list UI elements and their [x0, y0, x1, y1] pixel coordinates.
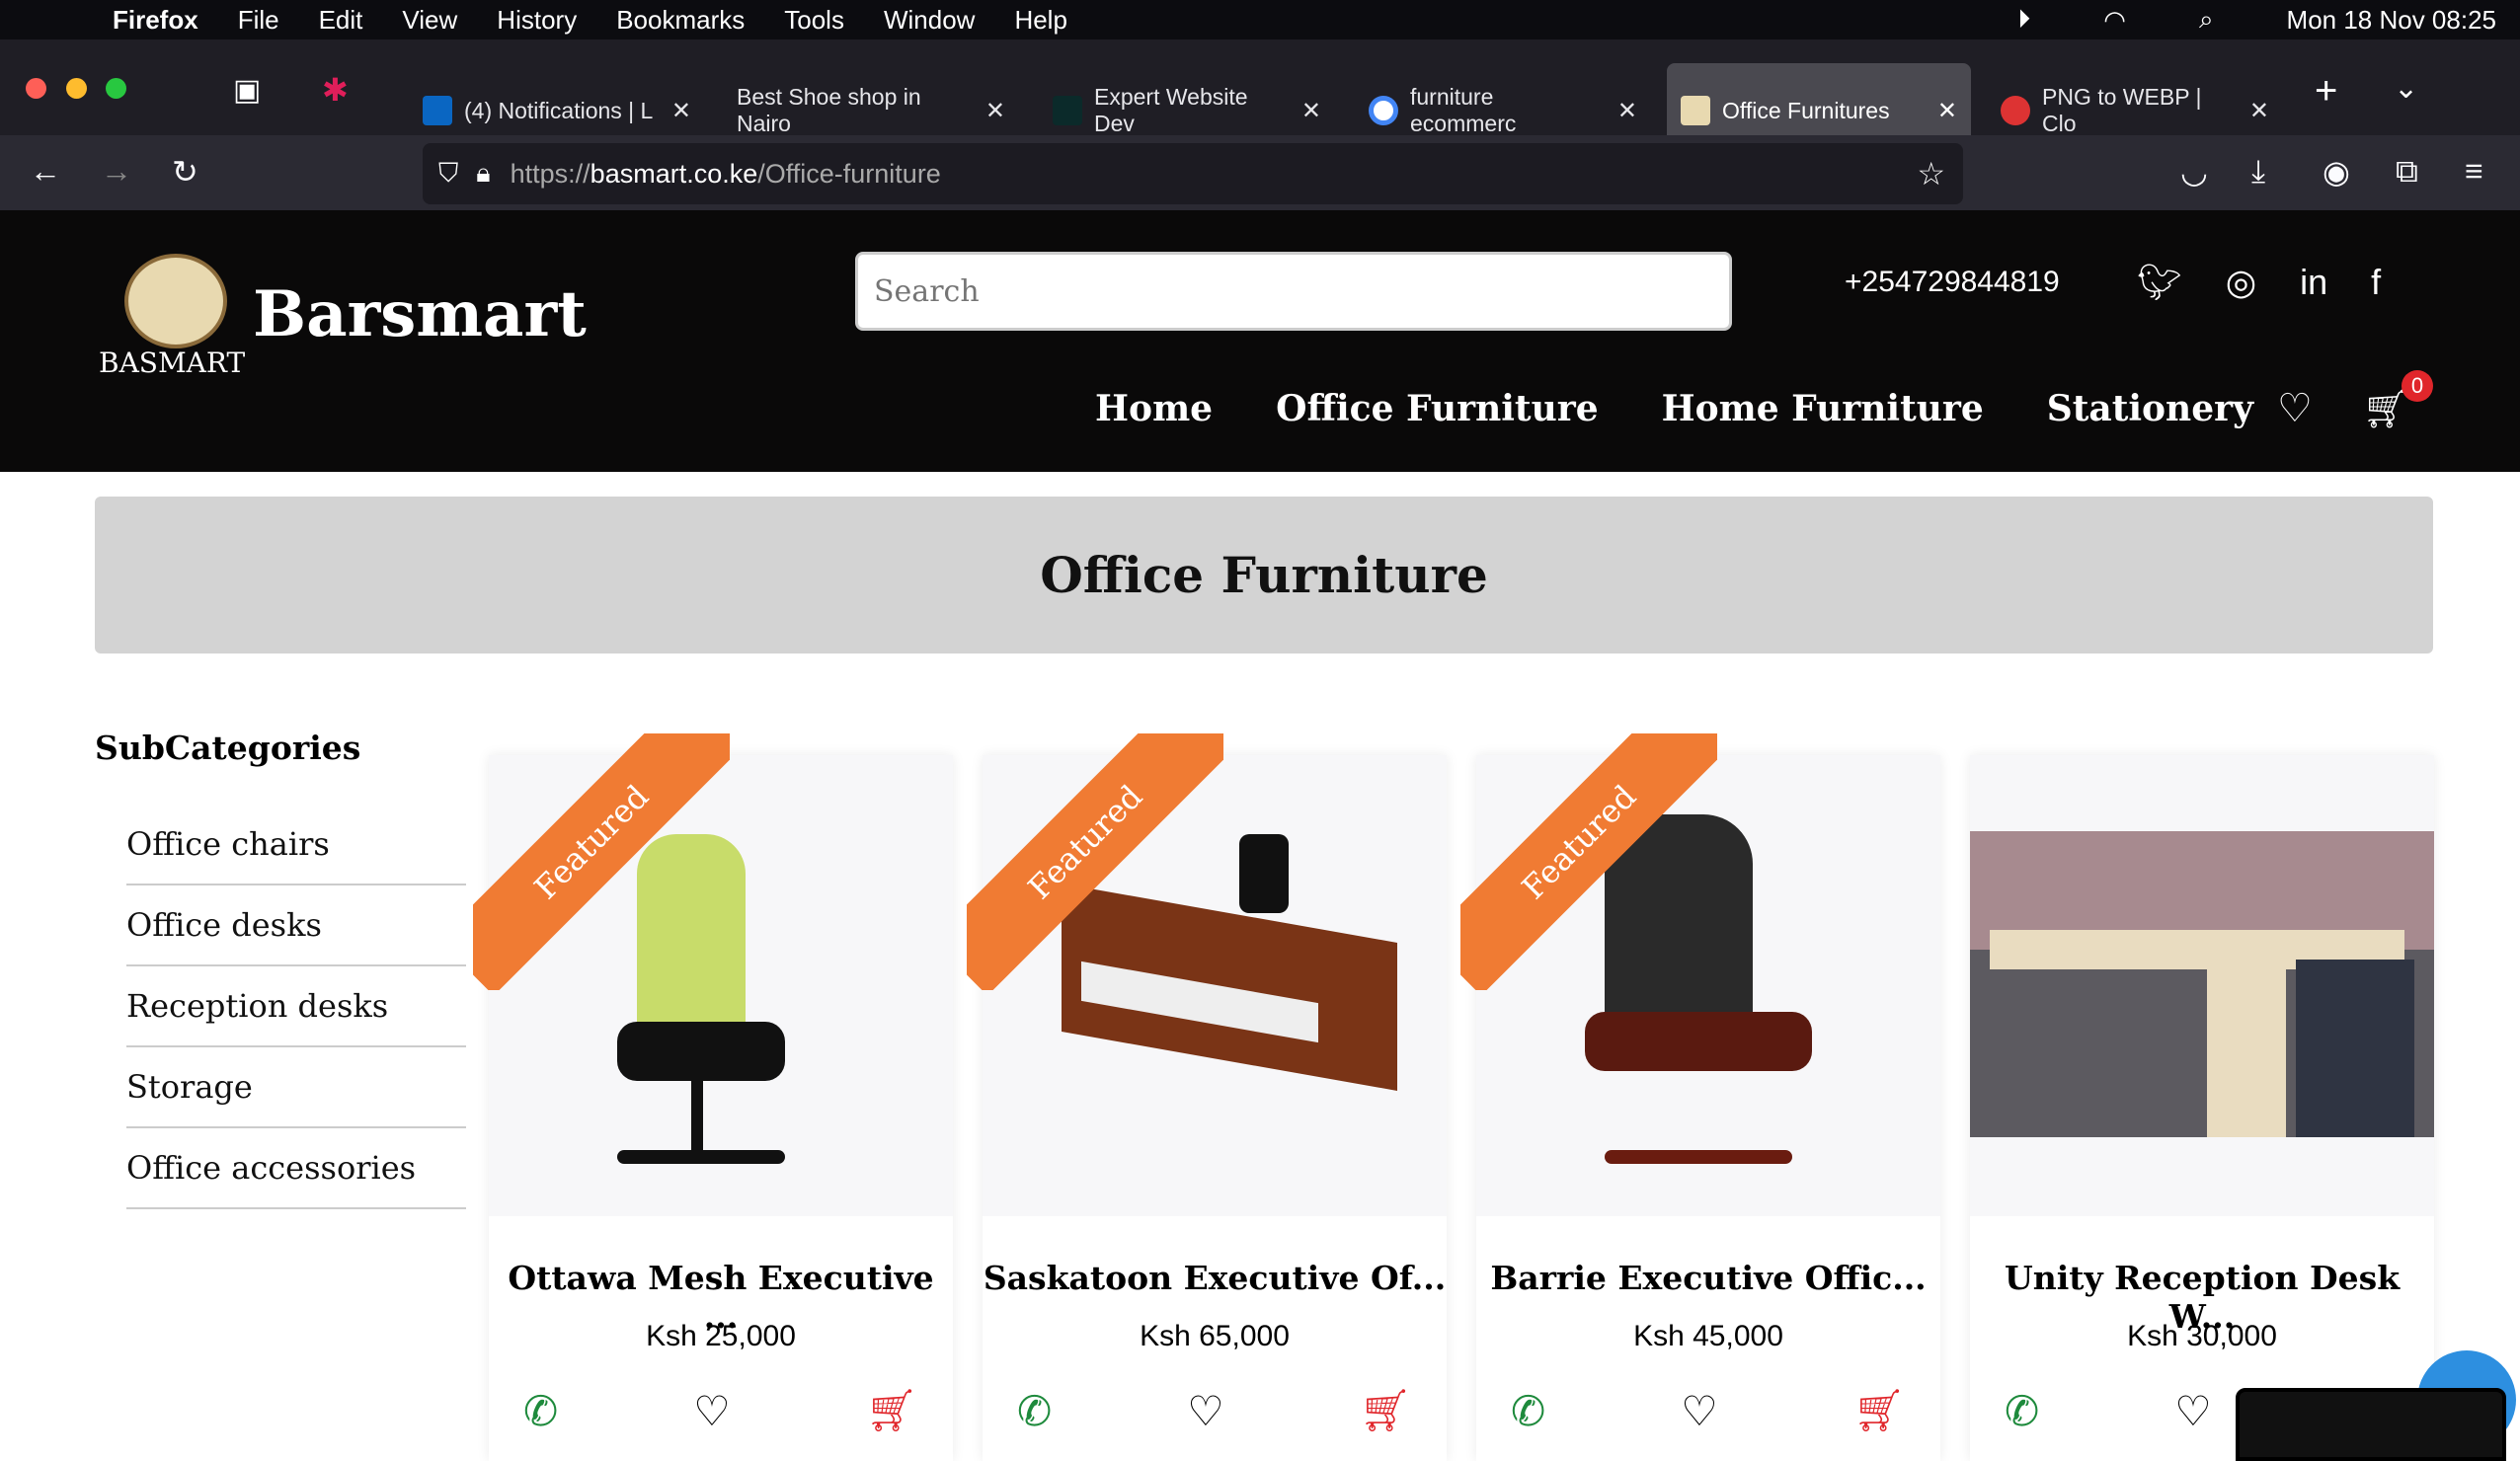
downloads-icon[interactable]: ⤓: [2251, 153, 2265, 191]
phone-number[interactable]: +254729844819: [1845, 266, 2060, 299]
menu-view[interactable]: View: [402, 5, 457, 36]
product-title[interactable]: Saskatoon Executive Of...: [983, 1259, 1447, 1297]
featured-ribbon: Featured: [473, 733, 730, 990]
cart-icon[interactable]: 🛒︎: [2362, 388, 2409, 431]
subcategory-office-desks[interactable]: Office desks: [126, 885, 466, 966]
new-tab-button[interactable]: +: [2315, 69, 2337, 114]
search-icon[interactable]: ⌕: [2199, 4, 2214, 36]
add-to-cart-icon[interactable]: 🛒︎: [1360, 1387, 1412, 1435]
menu-tools[interactable]: Tools: [784, 5, 844, 36]
page-title-banner: Office Furniture: [95, 497, 2433, 654]
product-price: Ksh 25,000: [646, 1320, 796, 1352]
subcategory-storage[interactable]: Storage: [126, 1047, 466, 1128]
whatsapp-icon[interactable]: ✆: [523, 1387, 558, 1435]
bookmark-star-icon[interactable]: ☆: [1917, 155, 1945, 192]
whatsapp-icon[interactable]: ✆: [1511, 1387, 1545, 1435]
add-to-cart-icon[interactable]: 🛒︎: [1853, 1387, 1906, 1435]
macos-menubar: Firefox File Edit View History Bookmarks…: [0, 0, 2520, 39]
close-tab-icon[interactable]: ✕: [1301, 97, 1321, 125]
whatsapp-icon[interactable]: ✆: [2005, 1387, 2039, 1435]
product-card[interactable]: Featured Barrie Executive Offic... Ksh 45,…: [1460, 733, 1940, 1461]
logo-sofa-icon[interactable]: [124, 254, 227, 348]
wifi-icon[interactable]: ◠: [2103, 5, 2126, 36]
menu-edit[interactable]: Edit: [319, 5, 363, 36]
instagram-icon[interactable]: ◎: [2226, 262, 2256, 303]
menu-history[interactable]: History: [497, 5, 577, 36]
forward-icon[interactable]: →: [101, 153, 132, 190]
main-nav: Home Office Furniture Home Furniture Sta…: [1095, 388, 2253, 429]
reload-icon[interactable]: ↻: [172, 153, 198, 191]
close-tab-icon[interactable]: ✕: [2249, 97, 2269, 125]
navigation-toolbar: ← → ↻ ⛉ 🔒︎ https://basmart.co.ke/Office-…: [0, 135, 2520, 210]
shield-icon[interactable]: ⛉: [438, 158, 458, 190]
product-card[interactable]: Featured Saskatoon Executive Of... Ksh 65,…: [967, 733, 1447, 1461]
wishlist-heart-icon[interactable]: ♡: [1681, 1387, 1718, 1435]
subcategories-title: SubCategories: [95, 729, 361, 767]
product-card[interactable]: Unity Reception Desk W...Ksh 30,000✆♡🛒︎: [1970, 755, 2434, 1461]
linkedin-favicon-icon: [423, 96, 452, 125]
list-tabs-chevron-icon[interactable]: ⌄: [2394, 71, 2418, 106]
close-tab-icon[interactable]: ✕: [1617, 97, 1637, 125]
nav-home-furniture[interactable]: Home Furniture: [1662, 388, 1984, 429]
basmart-favicon-icon: [1681, 96, 1710, 125]
slack-pinned-tab-icon[interactable]: ✱: [322, 71, 349, 109]
minimize-window-button[interactable]: [66, 78, 87, 99]
whatsapp-icon[interactable]: ✆: [1017, 1387, 1052, 1435]
subcategory-office-chairs[interactable]: Office chairs: [126, 805, 466, 885]
menu-hamburger-icon[interactable]: ≡: [2465, 153, 2483, 190]
featured-ribbon: Featured: [1460, 733, 1717, 990]
product-price: Ksh 45,000: [1633, 1320, 1783, 1352]
close-window-button[interactable]: [26, 78, 46, 99]
close-tab-icon[interactable]: ✕: [985, 97, 1005, 125]
logo-text: BASMART: [99, 346, 246, 379]
subcategory-reception-desks[interactable]: Reception desks: [126, 966, 466, 1047]
search-input[interactable]: [855, 252, 1732, 331]
nav-office-furniture[interactable]: Office Furniture: [1276, 388, 1599, 429]
close-tab-icon[interactable]: ✕: [1937, 97, 1957, 125]
pocket-icon[interactable]: ◡: [2180, 153, 2208, 191]
page-title: Office Furniture: [1040, 546, 1488, 604]
featured-ribbon: Featured: [967, 733, 1223, 990]
clock[interactable]: Mon 18 Nov 08:25: [2287, 5, 2496, 36]
zoom-window-button[interactable]: [106, 78, 126, 99]
wishlist-heart-icon[interactable]: ♡: [2174, 1387, 2212, 1435]
back-icon[interactable]: ←: [30, 153, 61, 190]
menu-bookmarks[interactable]: Bookmarks: [616, 5, 745, 36]
cloud-favicon-icon: [2001, 96, 2030, 125]
extensions-icon[interactable]: ⧉: [2396, 153, 2418, 191]
product-card[interactable]: Featured Ottawa Mesh Executive ... Ksh 25,…: [473, 733, 953, 1461]
account-icon[interactable]: ◉: [2323, 153, 2350, 191]
product-price: Ksh 30,000: [2127, 1320, 2277, 1352]
wishlist-heart-icon[interactable]: ♡: [1187, 1387, 1224, 1435]
twitter-icon[interactable]: 🐦︎: [2137, 262, 2182, 303]
wishlist-heart-icon[interactable]: ♡: [693, 1387, 731, 1435]
menu-help[interactable]: Help: [1014, 5, 1066, 36]
menu-window[interactable]: Window: [884, 5, 975, 36]
product-image[interactable]: [1970, 755, 2434, 1216]
product-title[interactable]: Barrie Executive Offic...: [1476, 1259, 1940, 1297]
cart-count-badge: 0: [2402, 370, 2433, 402]
add-to-cart-icon[interactable]: 🛒︎: [866, 1387, 918, 1435]
lock-icon[interactable]: 🔒︎: [476, 158, 490, 190]
site-header: BASMART Barsmart +254729844819 🐦︎ ◎ in f…: [0, 210, 2520, 472]
screen-recording-thumbnail[interactable]: [2236, 1388, 2506, 1461]
nav-home[interactable]: Home: [1095, 388, 1213, 429]
product-price: Ksh 65,000: [1140, 1320, 1290, 1352]
close-tab-icon[interactable]: ✕: [671, 97, 691, 125]
google-favicon-icon: [1369, 96, 1398, 125]
url-input[interactable]: ⛉ 🔒︎ https://basmart.co.ke/Office-furnit…: [423, 143, 1963, 204]
subcategory-office-accessories[interactable]: Office accessories: [126, 1128, 466, 1209]
nav-stationery[interactable]: Stationery: [2047, 388, 2253, 429]
menu-file[interactable]: File: [238, 5, 279, 36]
wishlist-heart-icon[interactable]: ♡: [2277, 386, 2313, 431]
brand-name[interactable]: Barsmart: [253, 277, 587, 351]
linkedin-icon[interactable]: in: [2300, 262, 2327, 303]
site-favicon-icon: [1053, 96, 1082, 125]
facebook-icon[interactable]: f: [2371, 262, 2381, 303]
play-icon[interactable]: ⏵: [2017, 4, 2030, 36]
tab-overview-icon[interactable]: ▣: [233, 73, 261, 108]
menu-app[interactable]: Firefox: [113, 5, 198, 36]
